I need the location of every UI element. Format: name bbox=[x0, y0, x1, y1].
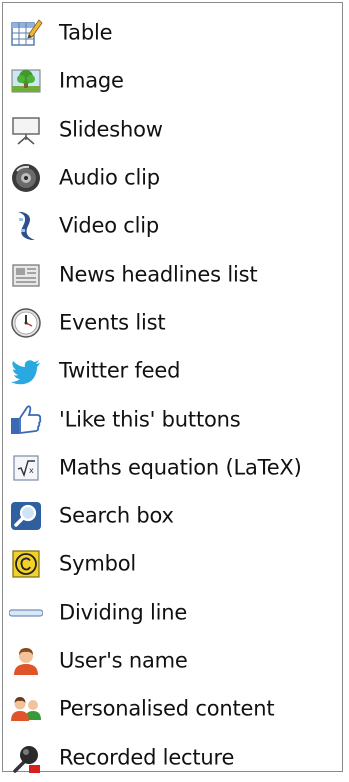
menu-item-users-name[interactable]: User's name bbox=[3, 637, 342, 685]
menu-item-label: News headlines list bbox=[59, 262, 258, 287]
clock-icon bbox=[9, 306, 43, 340]
menu-item-label: Maths equation (LaTeX) bbox=[59, 455, 302, 480]
menu-item-label: Personalised content bbox=[59, 696, 275, 721]
menu-item-table[interactable]: Table bbox=[3, 9, 342, 57]
twitter-bird-icon bbox=[9, 354, 43, 388]
menu-item-label: Twitter feed bbox=[59, 358, 181, 383]
image-icon bbox=[9, 64, 43, 98]
menu-item-label: Recorded lecture bbox=[59, 745, 235, 770]
video-icon bbox=[9, 209, 43, 243]
svg-text:x: x bbox=[29, 466, 34, 475]
dividing-line-icon bbox=[9, 596, 43, 630]
user-icon bbox=[9, 644, 43, 678]
news-icon bbox=[9, 258, 43, 292]
menu-item-symbol[interactable]: Symbol bbox=[3, 540, 342, 588]
users-group-icon bbox=[9, 692, 43, 726]
menu-item-news-headlines-list[interactable]: News headlines list bbox=[3, 250, 342, 298]
menu-item-label: Events list bbox=[59, 310, 166, 335]
menu-item-label: Dividing line bbox=[59, 600, 188, 625]
menu-item-events-list[interactable]: Events list bbox=[3, 299, 342, 347]
microphone-icon bbox=[9, 741, 43, 775]
menu-item-label: Table bbox=[59, 20, 113, 45]
equation-icon: x bbox=[9, 451, 43, 485]
slideshow-icon bbox=[9, 113, 43, 147]
menu-item-recorded-lecture[interactable]: Recorded lecture bbox=[3, 733, 342, 781]
copyright-symbol-icon bbox=[9, 547, 43, 581]
menu-item-video-clip[interactable]: Video clip bbox=[3, 202, 342, 250]
insert-menu-panel: Table Image Slideshow Audio clip Video c… bbox=[2, 2, 343, 773]
menu-item-audio-clip[interactable]: Audio clip bbox=[3, 154, 342, 202]
search-icon bbox=[9, 499, 43, 533]
insert-menu-list: Table Image Slideshow Audio clip Video c… bbox=[3, 9, 342, 782]
menu-item-label: Video clip bbox=[59, 213, 160, 238]
menu-item-label: Audio clip bbox=[59, 165, 160, 190]
menu-item-label: User's name bbox=[59, 648, 188, 673]
menu-item-slideshow[interactable]: Slideshow bbox=[3, 106, 342, 154]
audio-icon bbox=[9, 161, 43, 195]
menu-item-image[interactable]: Image bbox=[3, 57, 342, 105]
menu-item-dividing-line[interactable]: Dividing line bbox=[3, 589, 342, 637]
menu-item-label: Slideshow bbox=[59, 117, 163, 142]
thumbs-up-icon bbox=[9, 403, 43, 437]
menu-item-label: Image bbox=[59, 68, 124, 93]
menu-item-maths-equation[interactable]: x Maths equation (LaTeX) bbox=[3, 444, 342, 492]
menu-item-label: 'Like this' buttons bbox=[59, 407, 241, 432]
menu-item-like-this-buttons[interactable]: 'Like this' buttons bbox=[3, 395, 342, 443]
menu-item-twitter-feed[interactable]: Twitter feed bbox=[3, 347, 342, 395]
menu-item-label: Search box bbox=[59, 503, 174, 528]
table-icon bbox=[9, 16, 43, 50]
menu-item-personalised-content[interactable]: Personalised content bbox=[3, 685, 342, 733]
menu-item-label: Symbol bbox=[59, 551, 137, 576]
menu-item-search-box[interactable]: Search box bbox=[3, 492, 342, 540]
